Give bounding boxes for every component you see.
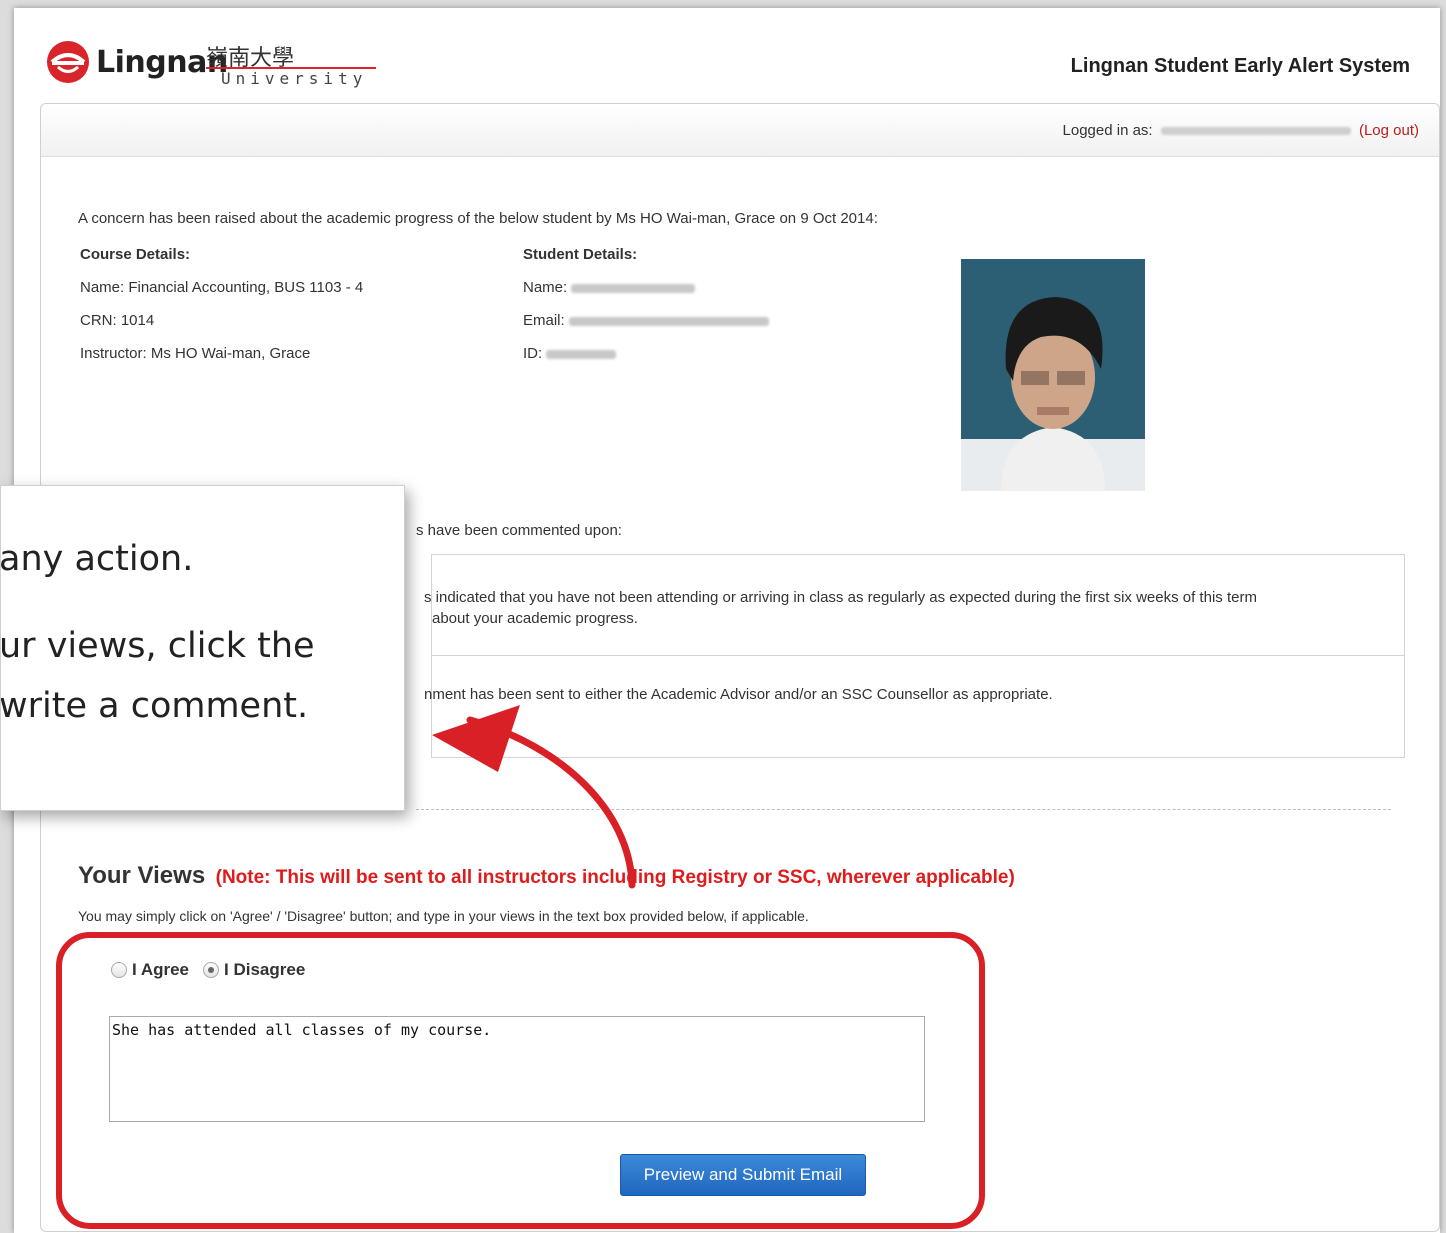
your-views-heading: Your Views (Note: This will be sent to a… (78, 862, 1015, 890)
redacted-student-email (568, 316, 769, 326)
login-prefix: Logged in as: (1062, 122, 1153, 139)
university-logo: Lingnan 嶺南大學 University (46, 38, 376, 88)
tutorial-callout: any action. ur views, click the write a … (0, 485, 405, 811)
course-details: Course Details: Name: Financial Accounti… (80, 238, 363, 370)
comment-row-1-text: s indicated that you have not been atten… (424, 587, 1394, 629)
callout-line-2: ur views, click the (0, 626, 315, 666)
comments-intro: s have been commented upon: (416, 522, 622, 539)
student-email-label: Email: (523, 312, 565, 329)
comments-box: s indicated that you have not been atten… (424, 554, 1405, 758)
logo-university: University (221, 69, 368, 88)
comment-line-2: nment has been sent to either the Academ… (424, 686, 1053, 703)
comment-line-1b: about your academic progress. (432, 610, 638, 627)
highlight-frame (56, 932, 985, 1229)
student-id-label: ID: (523, 345, 543, 362)
student-photo (961, 259, 1145, 491)
system-title: Lingnan Student Early Alert System (1070, 55, 1410, 77)
callout-line-3: write a comment. (0, 686, 309, 726)
course-instructor: Instructor: Ms HO Wai-man, Grace (80, 345, 311, 362)
comment-line-1: s indicated that you have not been atten… (424, 589, 1257, 606)
login-status: Logged in as: (Log out) (1063, 122, 1419, 139)
your-views-title: Your Views (78, 862, 206, 889)
section-divider (416, 809, 1391, 810)
views-instruction: You may simply click on 'Agree' / 'Disag… (78, 908, 809, 924)
student-name-label: Name: (523, 279, 568, 296)
panel-header: Logged in as: (Log out) (41, 104, 1439, 157)
redacted-student-id (546, 349, 617, 359)
student-details: Student Details: Name: Email: ID: (523, 238, 769, 370)
your-views-note: (Note: This will be sent to all instruct… (215, 867, 1015, 888)
redacted-student-name (571, 283, 696, 293)
student-heading: Student Details: (523, 246, 638, 263)
course-name: Name: Financial Accounting, BUS 1103 - 4 (80, 279, 364, 296)
logout-link[interactable]: (Log out) (1359, 122, 1419, 139)
comment-row-1: s indicated that you have not been atten… (424, 555, 1404, 656)
course-heading: Course Details: (80, 246, 191, 263)
callout-line-1: any action. (0, 539, 194, 579)
concern-text: A concern has been raised about the acad… (78, 210, 878, 227)
course-crn: CRN: 1014 (80, 312, 155, 329)
lingnan-logo-icon (47, 41, 89, 83)
redacted-username (1160, 127, 1351, 136)
